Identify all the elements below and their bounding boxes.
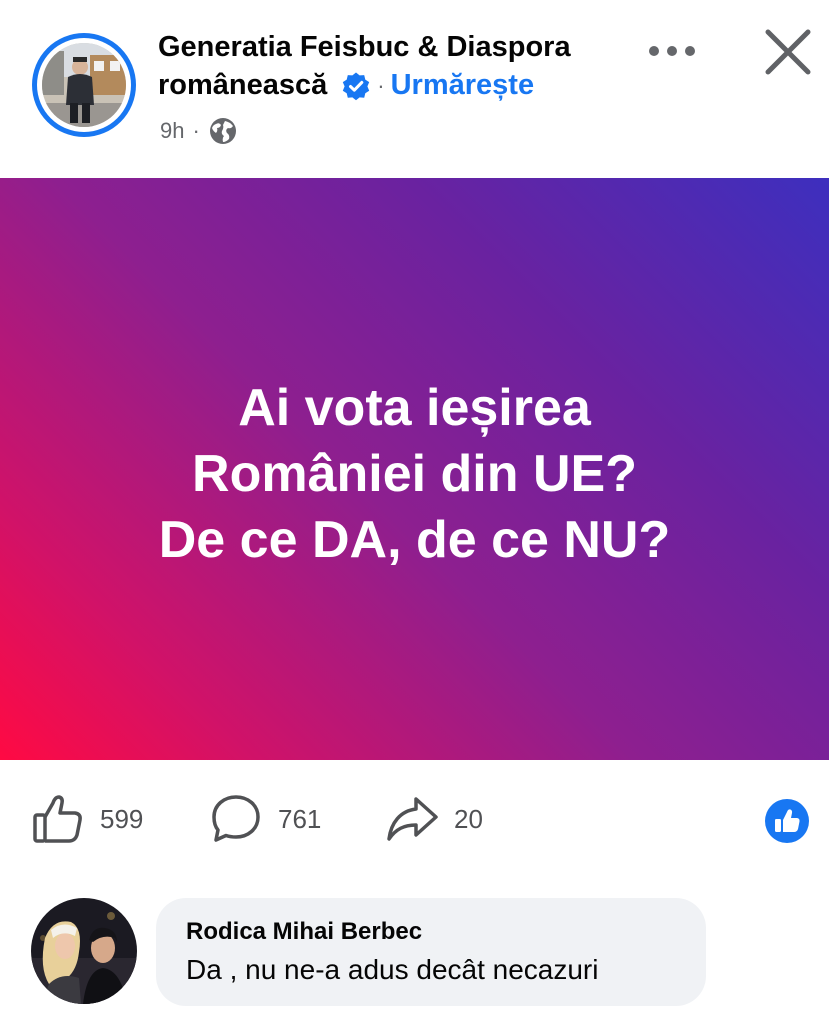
post-line-2: României din UE? bbox=[192, 445, 637, 503]
share-arrow-icon bbox=[387, 797, 438, 841]
more-options-button[interactable] bbox=[644, 32, 700, 70]
post-line-1: Ai vota ieșirea bbox=[238, 379, 591, 437]
like-count: 599 bbox=[100, 803, 144, 834]
post-header: Generatia Feisbuc & Diaspora românească … bbox=[0, 0, 829, 178]
page-name-line2-row: românească · Urmărește bbox=[158, 66, 534, 105]
post-time[interactable]: 9h bbox=[160, 118, 184, 144]
like-reaction-icon[interactable] bbox=[764, 798, 810, 844]
post-line-3: De ce DA, de ce NU? bbox=[158, 511, 671, 569]
page-avatar[interactable] bbox=[32, 33, 136, 137]
close-icon bbox=[765, 29, 811, 75]
post-actions-bar: 599 761 20 bbox=[0, 786, 829, 852]
share-count: 20 bbox=[454, 803, 483, 834]
page-avatar-photo bbox=[42, 43, 126, 127]
meta-separator: · bbox=[192, 118, 200, 143]
page-name-continued[interactable]: românească bbox=[158, 66, 327, 105]
page-name[interactable]: Generatia Feisbuc & Diaspora bbox=[158, 28, 571, 67]
globe-icon[interactable] bbox=[208, 116, 238, 146]
share-button[interactable]: 20 bbox=[384, 786, 483, 852]
like-button[interactable]: 599 bbox=[30, 786, 143, 852]
comment-button[interactable]: 761 bbox=[208, 786, 321, 852]
verified-badge-icon bbox=[341, 71, 371, 101]
more-dots-icon bbox=[649, 46, 695, 56]
comment-text: Da , nu ne-a adus decât necazuri bbox=[186, 954, 599, 985]
separator-dot: · bbox=[377, 72, 385, 98]
commenter-avatar[interactable] bbox=[31, 898, 137, 1004]
comment-bubble-icon bbox=[212, 795, 260, 842]
post-text-card[interactable]: Ai vota ieșirea României din UE? De ce D… bbox=[0, 178, 829, 760]
follow-button[interactable]: Urmărește bbox=[391, 66, 534, 105]
avatar-border bbox=[37, 38, 131, 132]
post-meta: 9h · bbox=[160, 116, 238, 146]
close-button[interactable] bbox=[758, 22, 818, 82]
thumbs-up-icon bbox=[33, 795, 82, 843]
post-question: Ai vota ieșirea României din UE? De ce D… bbox=[159, 375, 671, 573]
comment-author[interactable]: Rodica Mihai Berbec bbox=[186, 918, 422, 946]
comment-count: 761 bbox=[278, 803, 322, 834]
comment-bubble[interactable]: Rodica Mihai Berbec Da , nu ne-a adus de… bbox=[156, 898, 706, 1006]
